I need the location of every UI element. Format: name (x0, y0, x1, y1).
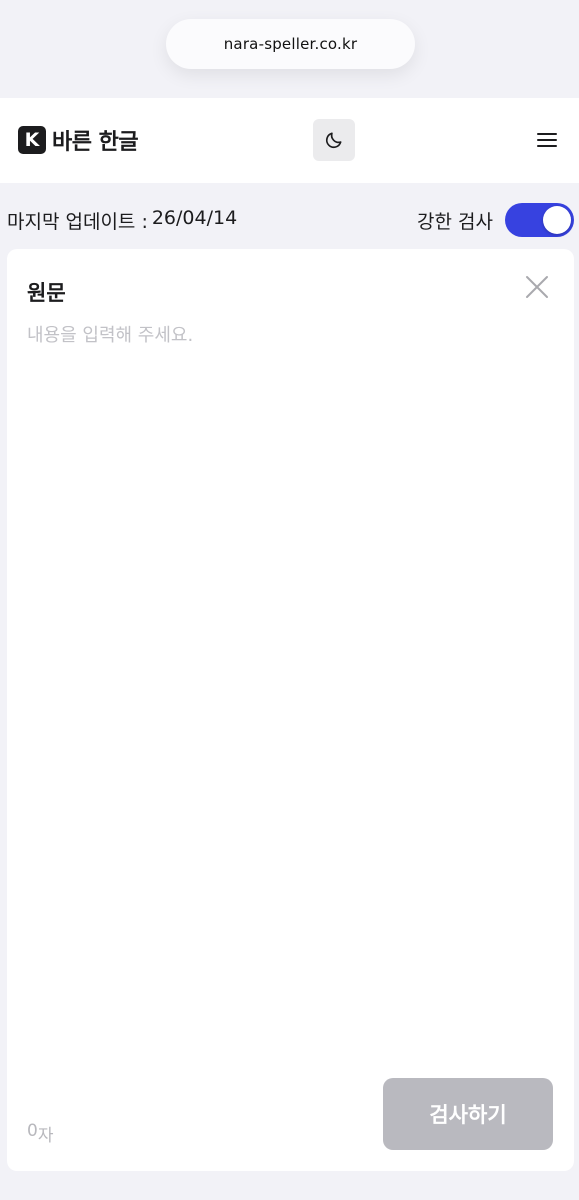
last-update-value: 26/04/14 (151, 207, 238, 229)
browser-chrome: nara-speller.co.kr (0, 0, 579, 98)
address-bar[interactable]: nara-speller.co.kr (166, 19, 415, 69)
hamburger-menu-icon (537, 133, 557, 147)
source-text-input[interactable] (27, 321, 554, 1121)
char-count: 0 자 (27, 1121, 53, 1146)
logo-text: 바른 한글 (52, 130, 139, 155)
clear-button[interactable] (523, 273, 551, 301)
toggle-knob (543, 206, 571, 234)
check-button[interactable]: 검사하기 (383, 1078, 553, 1150)
moon-icon (325, 132, 342, 149)
info-bar: 마지막 업데이트 : 26/04/14 강한 검사 (0, 183, 579, 249)
strong-check-toggle[interactable] (505, 203, 574, 237)
last-update-label: 마지막 업데이트 : (7, 211, 148, 233)
last-update: 마지막 업데이트 : 26/04/14 (7, 207, 237, 234)
address-text: nara-speller.co.kr (223, 35, 358, 53)
logo-mark: K (18, 126, 46, 154)
editor-title: 원문 (27, 281, 66, 305)
char-count-value: 0 (27, 1121, 38, 1141)
logo[interactable]: K 바른 한글 (18, 125, 139, 155)
dark-mode-toggle-button[interactable] (313, 119, 355, 161)
strong-check-label: 강한 검사 (417, 211, 493, 233)
close-icon (526, 276, 548, 298)
char-count-unit: 자 (37, 1126, 54, 1146)
editor-card: 원문 0 자 검사하기 (7, 249, 574, 1171)
app-header: K 바른 한글 (0, 98, 579, 183)
menu-button[interactable] (534, 126, 560, 154)
